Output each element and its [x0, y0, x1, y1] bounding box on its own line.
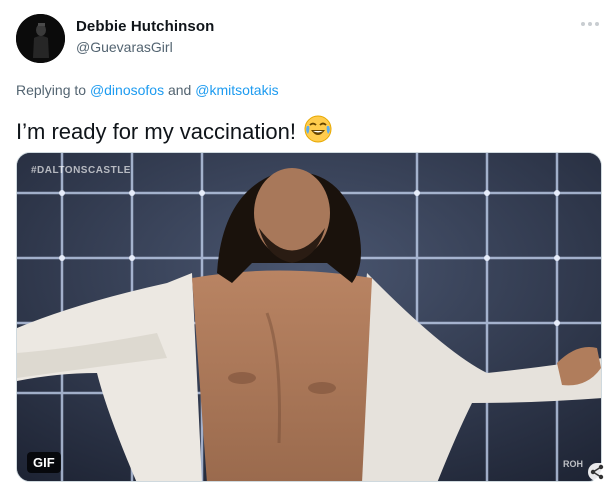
- avatar[interactable]: [16, 14, 65, 63]
- mention-link[interactable]: @kmitsotakis: [195, 82, 278, 98]
- tweet-body: I’m ready for my vaccination!: [16, 119, 296, 144]
- gif-watermark: #DALTONSCASTLE: [31, 165, 131, 176]
- share-icon[interactable]: [588, 463, 606, 481]
- laughing-emoji-icon: [304, 115, 332, 149]
- author-name[interactable]: Debbie Hutchinson: [76, 18, 214, 35]
- author-handle[interactable]: @GuevarasGirl: [76, 39, 173, 55]
- corner-logo: ROH: [563, 459, 583, 469]
- replying-to: Replying to @dinosofos and @kmitsotakis: [16, 82, 279, 98]
- gif-frame-image: [17, 153, 601, 481]
- gif-badge: GIF: [27, 452, 61, 473]
- replying-prefix: Replying to: [16, 82, 90, 98]
- avatar-image: [16, 14, 65, 63]
- tweet-text: I’m ready for my vaccination!: [16, 115, 332, 149]
- tweet-card: Debbie Hutchinson @GuevarasGirl Replying…: [0, 0, 606, 485]
- mention-link[interactable]: @dinosofos: [90, 82, 164, 98]
- more-icon[interactable]: [580, 18, 600, 28]
- gif-media[interactable]: #DALTONSCASTLE ROH GIF: [16, 152, 602, 482]
- replying-conjunction: and: [164, 82, 196, 98]
